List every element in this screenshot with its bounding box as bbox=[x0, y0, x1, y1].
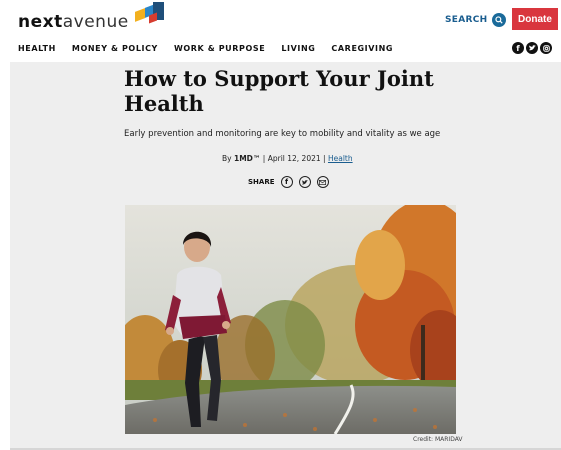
donate-button[interactable]: Donate bbox=[512, 8, 558, 30]
share-email-icon[interactable] bbox=[316, 176, 329, 188]
nav-item-health[interactable]: HEALTH bbox=[18, 44, 56, 53]
photo-credit: Credit: MARIDAV bbox=[413, 436, 463, 443]
social-links: f bbox=[512, 42, 552, 54]
article-title: How to Support Your Joint Health bbox=[124, 66, 434, 116]
nav-item-caregiving[interactable]: CAREGIVING bbox=[331, 44, 393, 53]
facebook-icon[interactable]: f bbox=[512, 42, 524, 54]
logo-mark-icon bbox=[131, 2, 169, 26]
author-name: 1MD™ bbox=[233, 154, 261, 163]
publish-date: April 12, 2021 bbox=[267, 154, 321, 163]
logo-text-light: avenue bbox=[62, 12, 129, 32]
hero-image bbox=[125, 205, 456, 434]
share-facebook-icon[interactable]: f bbox=[280, 176, 293, 188]
nav-item-money-policy[interactable]: MONEY & POLICY bbox=[72, 44, 158, 53]
byline-prefix: By bbox=[222, 154, 232, 163]
main-nav: HEALTH MONEY & POLICY WORK & PURPOSE LIV… bbox=[18, 44, 393, 53]
search-button[interactable]: SEARCH bbox=[445, 13, 507, 27]
category-link[interactable]: Health bbox=[328, 154, 353, 163]
nav-item-work-purpose[interactable]: WORK & PURPOSE bbox=[174, 44, 265, 53]
twitter-icon[interactable] bbox=[526, 42, 538, 54]
instagram-icon[interactable] bbox=[540, 42, 552, 54]
byline: By 1MD™ | April 12, 2021 | Health bbox=[222, 154, 353, 163]
site-logo[interactable]: next avenue bbox=[18, 2, 169, 32]
share-twitter-icon[interactable] bbox=[298, 176, 311, 188]
article-dek: Early prevention and monitoring are key … bbox=[124, 129, 441, 139]
share-bar: SHARE f bbox=[248, 176, 329, 188]
logo-text-bold: next bbox=[18, 12, 63, 32]
nav-item-living[interactable]: LIVING bbox=[281, 44, 315, 53]
search-label: SEARCH bbox=[445, 15, 488, 25]
share-label: SHARE bbox=[248, 178, 275, 186]
search-icon bbox=[492, 13, 507, 27]
